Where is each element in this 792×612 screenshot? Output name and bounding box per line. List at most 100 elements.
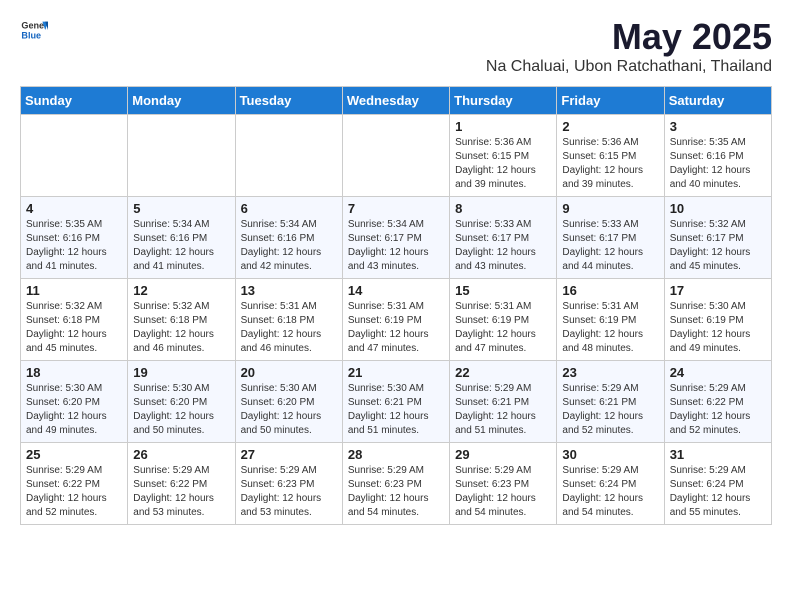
day-info: Sunrise: 5:29 AM Sunset: 6:22 PM Dayligh… [26, 464, 122, 520]
day-info: Sunrise: 5:33 AM Sunset: 6:17 PM Dayligh… [562, 218, 658, 274]
calendar-day-cell: 15 Sunrise: 5:31 AM Sunset: 6:19 PM Dayli… [450, 279, 557, 361]
calendar-day-header: Tuesday [235, 87, 342, 115]
day-info: Sunrise: 5:32 AM Sunset: 6:18 PM Dayligh… [26, 300, 122, 356]
day-number: 11 [26, 283, 122, 298]
calendar-header-row: SundayMondayTuesdayWednesdayThursdayFrid… [21, 87, 772, 115]
day-number: 30 [562, 447, 658, 462]
day-number: 15 [455, 283, 551, 298]
day-number: 19 [133, 365, 229, 380]
day-info: Sunrise: 5:34 AM Sunset: 6:16 PM Dayligh… [133, 218, 229, 274]
calendar-day-cell [235, 115, 342, 197]
calendar-week-row: 18 Sunrise: 5:30 AM Sunset: 6:20 PM Dayli… [21, 361, 772, 443]
calendar-day-cell: 4 Sunrise: 5:35 AM Sunset: 6:16 PM Daylig… [21, 197, 128, 279]
day-number: 6 [241, 201, 337, 216]
day-info: Sunrise: 5:34 AM Sunset: 6:16 PM Dayligh… [241, 218, 337, 274]
calendar-day-header: Wednesday [342, 87, 449, 115]
calendar-day-cell: 13 Sunrise: 5:31 AM Sunset: 6:18 PM Dayli… [235, 279, 342, 361]
calendar-table: SundayMondayTuesdayWednesdayThursdayFrid… [20, 86, 772, 525]
day-info: Sunrise: 5:29 AM Sunset: 6:23 PM Dayligh… [348, 464, 444, 520]
day-number: 2 [562, 119, 658, 134]
calendar-day-cell: 21Sunrise: 5:30 AM Sunset: 6:21 PM Dayli… [342, 361, 449, 443]
day-number: 24 [670, 365, 766, 380]
location-subtitle: Na Chaluai, Ubon Ratchathani, Thailand [486, 58, 772, 76]
calendar-day-cell: 28 Sunrise: 5:29 AM Sunset: 6:23 PM Dayli… [342, 443, 449, 525]
month-year-title: May 2025 [486, 16, 772, 58]
calendar-day-cell: 9 Sunrise: 5:33 AM Sunset: 6:17 PM Daylig… [557, 197, 664, 279]
calendar-day-cell [21, 115, 128, 197]
calendar-day-cell: 31Sunrise: 5:29 AM Sunset: 6:24 PM Dayli… [664, 443, 771, 525]
calendar-day-cell [128, 115, 235, 197]
calendar-day-cell: 26 Sunrise: 5:29 AM Sunset: 6:22 PM Dayli… [128, 443, 235, 525]
day-number: 25 [26, 447, 122, 462]
calendar-day-cell: 16 Sunrise: 5:31 AM Sunset: 6:19 PM Dayli… [557, 279, 664, 361]
calendar-day-cell: 10Sunrise: 5:32 AM Sunset: 6:17 PM Dayli… [664, 197, 771, 279]
calendar-day-cell: 3Sunrise: 5:35 AM Sunset: 6:16 PM Daylig… [664, 115, 771, 197]
day-number: 26 [133, 447, 229, 462]
title-area: May 2025 Na Chaluai, Ubon Ratchathani, T… [486, 16, 772, 76]
calendar-day-cell: 22Sunrise: 5:29 AM Sunset: 6:21 PM Dayli… [450, 361, 557, 443]
calendar-day-cell: 2Sunrise: 5:36 AM Sunset: 6:15 PM Daylig… [557, 115, 664, 197]
calendar-day-cell: 19 Sunrise: 5:30 AM Sunset: 6:20 PM Dayli… [128, 361, 235, 443]
day-number: 28 [348, 447, 444, 462]
calendar-week-row: 4 Sunrise: 5:35 AM Sunset: 6:16 PM Daylig… [21, 197, 772, 279]
day-number: 18 [26, 365, 122, 380]
calendar-day-cell: 27 Sunrise: 5:29 AM Sunset: 6:23 PM Dayli… [235, 443, 342, 525]
day-info: Sunrise: 5:29 AM Sunset: 6:22 PM Dayligh… [670, 382, 766, 438]
calendar-day-cell: 18 Sunrise: 5:30 AM Sunset: 6:20 PM Dayli… [21, 361, 128, 443]
day-info: Sunrise: 5:30 AM Sunset: 6:20 PM Dayligh… [26, 382, 122, 438]
day-info: Sunrise: 5:30 AM Sunset: 6:19 PM Dayligh… [670, 300, 766, 356]
calendar-day-cell: 12 Sunrise: 5:32 AM Sunset: 6:18 PM Dayli… [128, 279, 235, 361]
day-number: 12 [133, 283, 229, 298]
day-info: Sunrise: 5:29 AM Sunset: 6:24 PM Dayligh… [562, 464, 658, 520]
day-number: 27 [241, 447, 337, 462]
day-number: 5 [133, 201, 229, 216]
calendar-week-row: 11 Sunrise: 5:32 AM Sunset: 6:18 PM Dayli… [21, 279, 772, 361]
calendar-day-cell: 11 Sunrise: 5:32 AM Sunset: 6:18 PM Dayli… [21, 279, 128, 361]
day-info: Sunrise: 5:32 AM Sunset: 6:17 PM Dayligh… [670, 218, 766, 274]
day-info: Sunrise: 5:29 AM Sunset: 6:21 PM Dayligh… [562, 382, 658, 438]
day-info: Sunrise: 5:35 AM Sunset: 6:16 PM Dayligh… [670, 136, 766, 192]
day-info: Sunrise: 5:36 AM Sunset: 6:15 PM Dayligh… [455, 136, 551, 192]
calendar-day-cell: 25 Sunrise: 5:29 AM Sunset: 6:22 PM Dayli… [21, 443, 128, 525]
day-info: Sunrise: 5:31 AM Sunset: 6:19 PM Dayligh… [455, 300, 551, 356]
calendar-day-cell: 14 Sunrise: 5:31 AM Sunset: 6:19 PM Dayli… [342, 279, 449, 361]
calendar-day-cell: 24 Sunrise: 5:29 AM Sunset: 6:22 PM Dayli… [664, 361, 771, 443]
calendar-day-header: Saturday [664, 87, 771, 115]
calendar-day-cell: 17 Sunrise: 5:30 AM Sunset: 6:19 PM Dayli… [664, 279, 771, 361]
day-info: Sunrise: 5:32 AM Sunset: 6:18 PM Dayligh… [133, 300, 229, 356]
calendar-day-header: Sunday [21, 87, 128, 115]
day-info: Sunrise: 5:31 AM Sunset: 6:19 PM Dayligh… [562, 300, 658, 356]
day-number: 14 [348, 283, 444, 298]
day-info: Sunrise: 5:34 AM Sunset: 6:17 PM Dayligh… [348, 218, 444, 274]
day-number: 4 [26, 201, 122, 216]
logo-icon: General Blue [20, 16, 48, 44]
day-info: Sunrise: 5:35 AM Sunset: 6:16 PM Dayligh… [26, 218, 122, 274]
day-number: 9 [562, 201, 658, 216]
day-info: Sunrise: 5:29 AM Sunset: 6:21 PM Dayligh… [455, 382, 551, 438]
day-number: 7 [348, 201, 444, 216]
day-number: 16 [562, 283, 658, 298]
day-number: 31 [670, 447, 766, 462]
day-number: 13 [241, 283, 337, 298]
day-info: Sunrise: 5:30 AM Sunset: 6:20 PM Dayligh… [241, 382, 337, 438]
day-info: Sunrise: 5:30 AM Sunset: 6:20 PM Dayligh… [133, 382, 229, 438]
calendar-day-cell: 29 Sunrise: 5:29 AM Sunset: 6:23 PM Dayli… [450, 443, 557, 525]
calendar-day-header: Friday [557, 87, 664, 115]
calendar-day-cell: 7 Sunrise: 5:34 AM Sunset: 6:17 PM Daylig… [342, 197, 449, 279]
day-info: Sunrise: 5:29 AM Sunset: 6:23 PM Dayligh… [241, 464, 337, 520]
calendar-day-cell: 23Sunrise: 5:29 AM Sunset: 6:21 PM Dayli… [557, 361, 664, 443]
day-number: 1 [455, 119, 551, 134]
day-info: Sunrise: 5:29 AM Sunset: 6:23 PM Dayligh… [455, 464, 551, 520]
day-info: Sunrise: 5:29 AM Sunset: 6:22 PM Dayligh… [133, 464, 229, 520]
day-number: 8 [455, 201, 551, 216]
header: General Blue May 2025 Na Chaluai, Ubon R… [20, 16, 772, 76]
day-number: 29 [455, 447, 551, 462]
day-info: Sunrise: 5:31 AM Sunset: 6:18 PM Dayligh… [241, 300, 337, 356]
calendar-day-cell: 8Sunrise: 5:33 AM Sunset: 6:17 PM Daylig… [450, 197, 557, 279]
day-number: 17 [670, 283, 766, 298]
logo: General Blue [20, 16, 48, 44]
calendar-day-cell: 6 Sunrise: 5:34 AM Sunset: 6:16 PM Daylig… [235, 197, 342, 279]
calendar-day-cell [342, 115, 449, 197]
day-info: Sunrise: 5:31 AM Sunset: 6:19 PM Dayligh… [348, 300, 444, 356]
svg-text:Blue: Blue [21, 30, 41, 40]
